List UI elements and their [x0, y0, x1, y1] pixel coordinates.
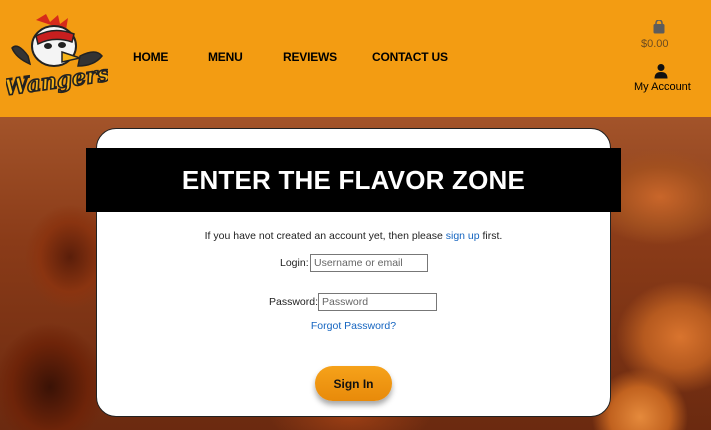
- my-account-link[interactable]: My Account: [634, 81, 691, 93]
- wangers-logo[interactable]: Wangers: [2, 12, 112, 102]
- chicken-mascot-logo-icon: Wangers: [2, 14, 112, 102]
- forgot-password-link[interactable]: Forgot Password?: [96, 320, 611, 332]
- nav-contact-link[interactable]: CONTACT US: [372, 50, 448, 64]
- password-input[interactable]: [318, 293, 437, 311]
- user-icon[interactable]: [653, 63, 669, 79]
- nav-menu-link[interactable]: MENU: [208, 50, 243, 64]
- nav-reviews-link[interactable]: REVIEWS: [283, 50, 337, 64]
- password-label: Password:: [269, 296, 319, 308]
- signup-link[interactable]: sign up: [446, 230, 480, 242]
- page-title: ENTER THE FLAVOR ZONE: [181, 165, 526, 195]
- login-label: Login:: [280, 257, 309, 269]
- cart-amount: $0.00: [641, 38, 669, 50]
- signup-prompt-text-before: If you have not created an account yet, …: [204, 230, 446, 242]
- cart-button[interactable]: [644, 19, 674, 39]
- site-header: Wangers HOME MENU REVIEWS CONTACT US $0.…: [0, 0, 711, 117]
- signup-prompt-text-after: first.: [479, 230, 503, 242]
- shopping-bag-icon: [653, 19, 665, 34]
- sign-in-button[interactable]: Sign In: [315, 366, 392, 401]
- login-banner: ENTER THE FLAVOR ZONE: [86, 148, 621, 212]
- nav-home-link[interactable]: HOME: [133, 50, 168, 64]
- login-input[interactable]: [310, 254, 428, 272]
- signup-prompt: If you have not created an account yet, …: [96, 230, 611, 242]
